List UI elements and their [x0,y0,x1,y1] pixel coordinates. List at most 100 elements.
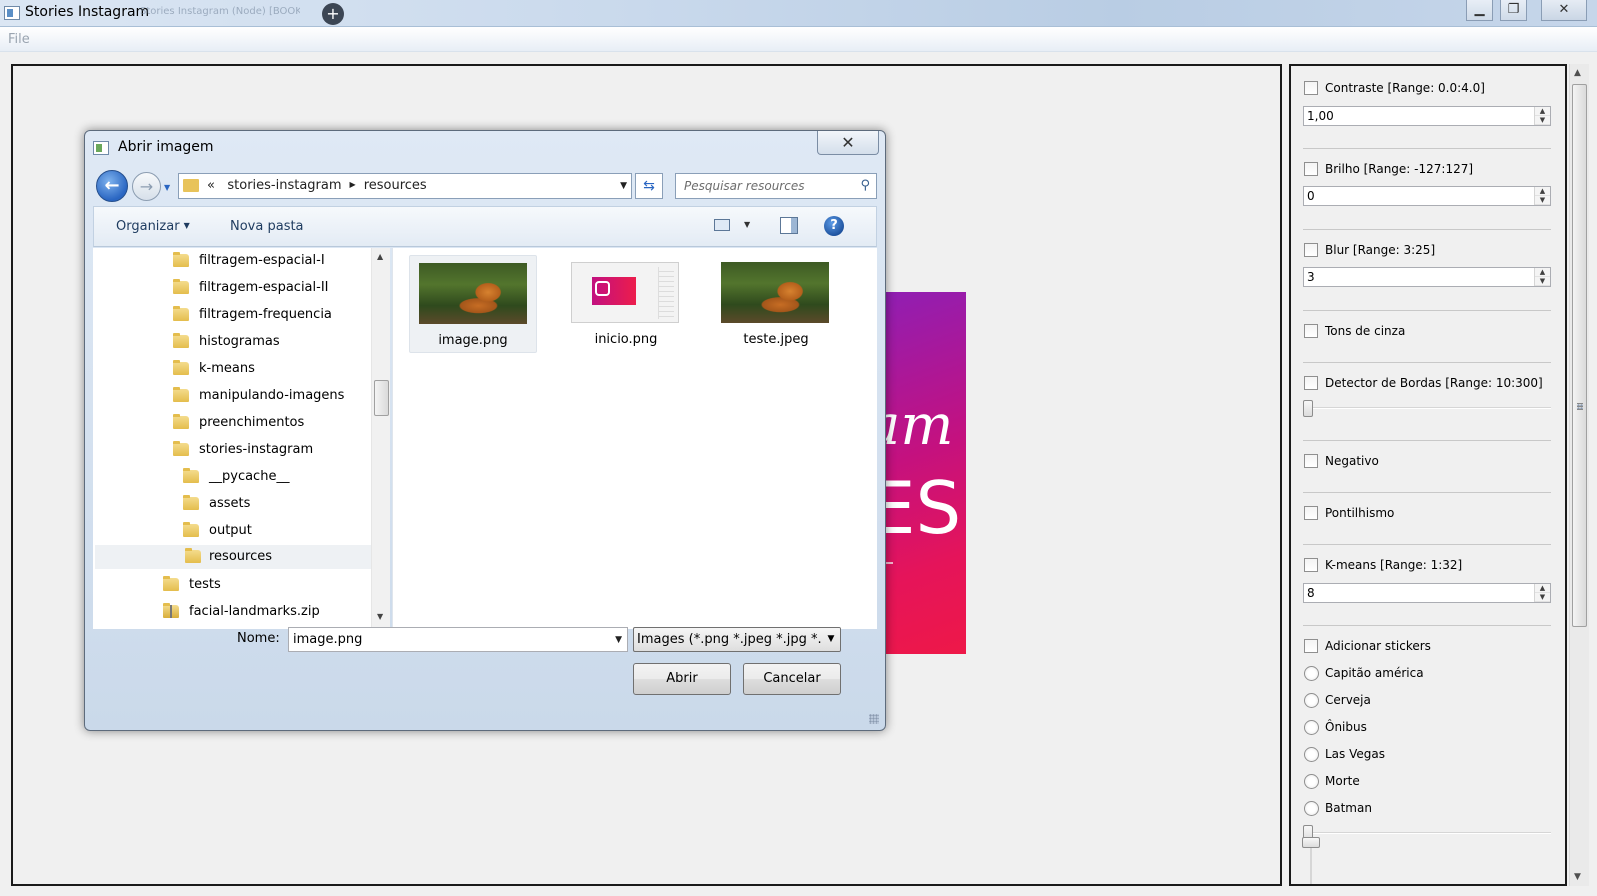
detector-de-bordas-checkbox[interactable] [1304,376,1318,390]
radio-button[interactable] [1304,693,1319,708]
spin-arrows[interactable]: ▲ ▼ [1534,584,1550,602]
stickers-label: Adicionar stickers [1325,639,1431,653]
spin-down-icon[interactable]: ▼ [1535,593,1550,602]
radio-button[interactable] [1304,801,1319,816]
spin-up-icon[interactable]: ▲ [1535,187,1550,196]
address-dropdown-icon[interactable]: ▼ [620,181,627,191]
detector-de-bordas-slider[interactable] [1303,400,1551,418]
organize-label: Organizar [116,219,180,234]
blur-spinbox[interactable]: 3 ▲ ▼ [1303,267,1551,287]
tree-item[interactable]: manipulando-imagens [173,384,344,408]
open-button[interactable]: Abrir [633,663,731,695]
restore-button[interactable]: ❐ [1500,0,1527,21]
folder-icon [173,360,189,375]
spin-down-icon[interactable]: ▼ [1535,196,1550,205]
radio-button[interactable] [1304,774,1319,789]
tree-item[interactable]: stories-instagram [173,438,313,462]
tree-item-label: preenchimentos [199,415,305,430]
contraste-spinbox[interactable]: 1,00 ▲ ▼ [1303,106,1551,126]
file-item[interactable]: teste.jpeg [712,255,840,353]
chevron-down-icon: ▼ [183,221,190,230]
tree-item[interactable]: tests [163,573,221,597]
view-chevron-down-icon[interactable]: ▼ [744,220,750,229]
scroll-down-icon[interactable]: ▼ [377,612,383,621]
recent-locations-chevron-icon[interactable]: ▼ [164,183,170,192]
tree-item[interactable]: histogramas [173,330,280,354]
cancel-button[interactable]: Cancelar [743,663,841,695]
sticker-option-label: Capitão américa [1325,666,1424,680]
minimize-button[interactable]: ▁ [1466,0,1493,21]
sticker-y-slider-track[interactable] [1310,848,1312,884]
file-name-label: Nome: [237,631,280,646]
scroll-down-icon[interactable]: ▼ [1574,872,1581,882]
tree-item[interactable]: filtragem-espacial-II [173,276,329,300]
sticker-y-slider-thumb[interactable] [1302,837,1320,848]
contraste-checkbox[interactable] [1304,81,1318,95]
resize-grip-icon[interactable] [869,714,879,724]
spin-up-icon[interactable]: ▲ [1535,584,1550,593]
back-button[interactable]: ← [96,170,128,202]
tons-de-cinza-checkbox[interactable] [1304,324,1318,338]
sticker-x-slider[interactable] [1303,825,1551,843]
spin-arrows[interactable]: ▲ ▼ [1534,268,1550,286]
folder-tree: filtragem-espacial-I filtragem-espacial-… [93,248,390,629]
contraste-value: 1,00 [1307,109,1334,123]
tree-item[interactable]: filtragem-frequencia [173,303,332,327]
search-input[interactable]: Pesquisar resources ⚲ [675,173,877,199]
pontilhismo-checkbox[interactable] [1304,506,1318,520]
menu-file[interactable]: File [8,32,30,47]
slider-thumb[interactable] [1303,400,1313,417]
breadcrumb-segment[interactable]: resources [364,178,427,193]
kmeans-spinbox[interactable]: 8 ▲ ▼ [1303,583,1551,603]
tree-item[interactable]: facial-landmarks.zip [163,600,320,624]
chevron-right-icon[interactable]: ▶ [350,180,356,189]
brilho-spinbox[interactable]: 0 ▲ ▼ [1303,186,1551,206]
tree-item[interactable]: k-means [173,357,255,381]
negativo-checkbox[interactable] [1304,454,1318,468]
scrollbar-thumb[interactable] [374,380,389,416]
chevron-down-icon[interactable]: ▼ [615,635,622,645]
scroll-up-icon[interactable]: ▲ [1574,68,1581,78]
view-options-icon[interactable] [714,219,730,231]
tree-item[interactable]: __pycache__ [183,465,289,489]
radio-button[interactable] [1304,720,1319,735]
spin-down-icon[interactable]: ▼ [1535,277,1550,286]
stickers-checkbox[interactable] [1304,639,1318,653]
kmeans-checkbox[interactable] [1304,558,1318,572]
file-item-selected[interactable]: image.png [409,255,537,353]
breadcrumb-overflow[interactable]: « [207,178,215,193]
close-button[interactable]: ✕ [1541,0,1587,21]
file-name-input[interactable]: image.png ▼ [288,627,628,652]
chevron-down-icon[interactable]: ▼ [822,628,840,651]
spin-up-icon[interactable]: ▲ [1535,268,1550,277]
search-icon[interactable]: ⚲ [860,178,870,193]
tree-item-selected[interactable]: resources [95,545,371,569]
spin-down-icon[interactable]: ▼ [1535,116,1550,125]
blur-checkbox[interactable] [1304,243,1318,257]
organize-button[interactable]: Organizar ▼ [116,219,190,234]
address-bar[interactable]: « stories-instagram ▶ resources ▼ [178,173,632,199]
refresh-button[interactable]: ⇆ [635,173,663,199]
file-type-select[interactable]: Images (*.png *.jpeg *.jpg *. ▼ [633,627,841,652]
tree-item[interactable]: assets [183,492,250,516]
folder-tree-scrollbar[interactable]: ▲ ▼ [371,248,390,629]
preview-pane-icon[interactable] [780,217,798,234]
spin-arrows[interactable]: ▲ ▼ [1534,107,1550,125]
help-icon[interactable]: ? [824,216,844,236]
breadcrumb-segment[interactable]: stories-instagram [227,178,341,193]
scrollbar-thumb[interactable] [1572,84,1587,627]
tree-item[interactable]: output [183,519,252,543]
scroll-up-icon[interactable]: ▲ [377,252,383,261]
brilho-checkbox[interactable] [1304,162,1318,176]
dialog-close-button[interactable]: ✕ [817,131,879,155]
spin-up-icon[interactable]: ▲ [1535,107,1550,116]
file-item[interactable]: inicio.png [562,255,690,353]
radio-button[interactable] [1304,747,1319,762]
tree-item[interactable]: filtragem-espacial-I [173,249,325,273]
spin-arrows[interactable]: ▲ ▼ [1534,187,1550,205]
new-folder-button[interactable]: Nova pasta [230,219,304,234]
tree-item[interactable]: preenchimentos [173,411,304,435]
panel-scrollbar[interactable]: ▲ ▼ [1569,64,1589,886]
forward-button[interactable]: → [132,172,161,201]
radio-button[interactable] [1304,666,1319,681]
